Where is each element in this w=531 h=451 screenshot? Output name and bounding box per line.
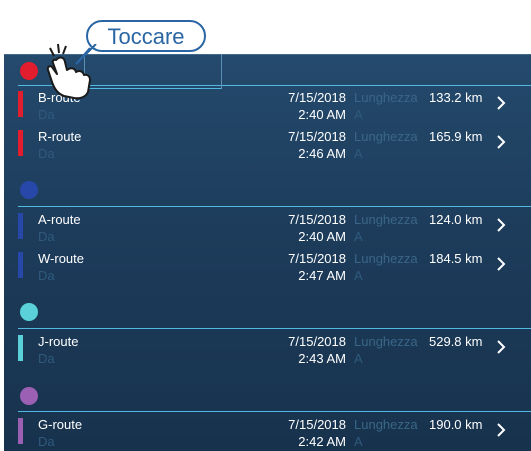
length-label: Lunghezza <box>354 251 418 266</box>
route-name: R-route <box>38 129 82 144</box>
route-time: 2:47 AM <box>298 268 346 283</box>
length-label: Lunghezza <box>354 417 418 432</box>
to-label: A <box>354 351 363 366</box>
route-length: 124.0 km <box>429 212 483 227</box>
chevron-right-icon[interactable] <box>496 339 506 355</box>
from-label: Da <box>38 229 55 244</box>
route-row-g[interactable]: G-route Da 7/15/2018 2:42 AM Lunghezza A… <box>4 412 531 450</box>
route-date: 7/15/2018 <box>288 90 346 105</box>
callout-text: Toccare <box>107 24 185 49</box>
chevron-right-icon[interactable] <box>496 256 506 272</box>
route-row-w[interactable]: W-route Da 7/15/2018 2:47 AM Lunghezza A… <box>4 246 531 284</box>
route-list-panel: B-route Da 7/15/2018 2:40 AM Lunghezza A… <box>4 54 531 451</box>
route-row-j[interactable]: J-route Da 7/15/2018 2:43 AM Lunghezza A… <box>4 329 531 367</box>
route-color-bar <box>18 91 23 117</box>
to-label: A <box>354 268 363 283</box>
route-date: 7/15/2018 <box>288 212 346 227</box>
tap-target-highlight <box>84 54 222 89</box>
from-label: Da <box>38 107 55 122</box>
chevron-right-icon[interactable] <box>496 95 506 111</box>
route-row-r[interactable]: R-route Da 7/15/2018 2:46 AM Lunghezza A… <box>4 124 531 162</box>
length-label: Lunghezza <box>354 129 418 144</box>
route-name: J-route <box>38 334 79 349</box>
to-label: A <box>354 229 363 244</box>
route-time: 2:42 AM <box>298 434 346 449</box>
from-label: Da <box>38 146 55 161</box>
route-date: 7/15/2018 <box>288 417 346 432</box>
length-label: Lunghezza <box>354 212 418 227</box>
group-color-dot-red[interactable] <box>20 62 38 80</box>
chevron-right-icon[interactable] <box>496 134 506 150</box>
group-color-dot-cyan[interactable] <box>20 303 38 321</box>
chevron-right-icon[interactable] <box>496 217 506 233</box>
route-time: 2:40 AM <box>298 229 346 244</box>
route-name: G-route <box>38 417 83 432</box>
from-label: Da <box>38 434 55 449</box>
group-color-dot-blue[interactable] <box>20 181 38 199</box>
to-label: A <box>354 434 363 449</box>
group-color-dot-purple[interactable] <box>20 387 38 405</box>
tap-hand-icon <box>46 43 91 100</box>
route-length: 133.2 km <box>429 90 483 105</box>
route-color-bar <box>18 335 23 361</box>
route-date: 7/15/2018 <box>288 129 346 144</box>
tap-callout: Toccare <box>86 20 206 52</box>
route-name: W-route <box>38 251 84 266</box>
route-length: 529.8 km <box>429 334 483 349</box>
route-length: 165.9 km <box>429 129 483 144</box>
route-color-bar <box>18 213 23 239</box>
route-time: 2:46 AM <box>298 146 346 161</box>
route-color-bar <box>18 418 23 444</box>
route-color-bar <box>18 252 23 278</box>
route-row-a[interactable]: A-route Da 7/15/2018 2:40 AM Lunghezza A… <box>4 207 531 245</box>
length-label: Lunghezza <box>354 90 418 105</box>
from-label: Da <box>38 351 55 366</box>
route-length: 190.0 km <box>429 417 483 432</box>
from-label: Da <box>38 268 55 283</box>
chevron-right-icon[interactable] <box>496 422 506 438</box>
route-color-bar <box>18 130 23 156</box>
route-date: 7/15/2018 <box>288 251 346 266</box>
route-date: 7/15/2018 <box>288 334 346 349</box>
to-label: A <box>354 146 363 161</box>
route-time: 2:43 AM <box>298 351 346 366</box>
to-label: A <box>354 107 363 122</box>
route-length: 184.5 km <box>429 251 483 266</box>
route-name: A-route <box>38 212 81 227</box>
length-label: Lunghezza <box>354 334 418 349</box>
route-time: 2:40 AM <box>298 107 346 122</box>
